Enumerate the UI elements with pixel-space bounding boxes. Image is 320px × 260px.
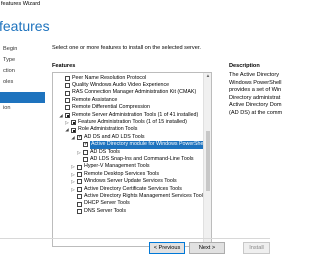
- description-heading: Description: [229, 63, 260, 69]
- description-line: provides a set of Win: [229, 87, 282, 94]
- feature-checkbox[interactable]: [77, 201, 82, 207]
- feature-label: Remote Differential Compression: [72, 104, 150, 111]
- feature-row[interactable]: ◢ AD DS and AD LDS Tools: [53, 133, 204, 142]
- feature-row[interactable]: ▷ AD DS Tools: [53, 149, 204, 156]
- feature-label: Remote Assistance: [72, 96, 118, 103]
- feature-row[interactable]: RAS Connection Manager Administration Ki…: [53, 89, 204, 96]
- feature-checkbox[interactable]: [77, 171, 82, 177]
- nav-item-installation-type[interactable]: Type: [0, 55, 45, 66]
- previous-button[interactable]: < Previous: [149, 242, 185, 254]
- feature-checkbox[interactable]: [71, 127, 76, 133]
- feature-row[interactable]: ▷ Remote Desktop Services Tools: [53, 171, 204, 178]
- install-button[interactable]: Install: [243, 242, 270, 254]
- feature-label: AD DS and AD LDS Tools: [84, 133, 145, 140]
- feature-checkbox[interactable]: [65, 90, 70, 96]
- collapsed-chevron-icon[interactable]: ▷: [70, 171, 76, 178]
- feature-checkbox[interactable]: [77, 194, 82, 200]
- feature-label: AD LDS Snap-Ins and Command-Line Tools: [90, 155, 194, 162]
- feature-row[interactable]: ◢ Remote Server Administration Tools (1 o…: [53, 112, 204, 119]
- feature-checkbox[interactable]: [77, 179, 82, 185]
- feature-label: Hyper-V Management Tools: [84, 163, 150, 170]
- features-tree-list: Peer Name Resolution Protocol Quality Win…: [53, 73, 204, 246]
- description-line: (AD DS) at the comm: [229, 109, 283, 116]
- nav-item-server-selection[interactable]: ction: [0, 66, 45, 77]
- feature-checkbox[interactable]: [77, 134, 82, 141]
- footer-divider: [0, 238, 270, 239]
- intro-text: Select one or more features to install o…: [52, 45, 201, 51]
- feature-label: Windows Server Update Services Tools: [84, 178, 177, 185]
- collapsed-chevron-icon[interactable]: ▷: [70, 163, 76, 170]
- next-button[interactable]: Next >: [189, 242, 225, 254]
- collapsed-chevron-icon[interactable]: ▷: [64, 119, 70, 126]
- title-bar: features Wizard: [0, 0, 270, 9]
- feature-label: RAS Connection Manager Administration Ki…: [72, 89, 197, 96]
- feature-row[interactable]: Remote Assistance: [53, 97, 204, 104]
- tree-scrollbar[interactable]: ▲: [203, 73, 211, 246]
- feature-checkbox[interactable]: [83, 157, 88, 163]
- feature-checkbox[interactable]: [65, 112, 70, 118]
- feature-row[interactable]: Active Directory Rights Management Servi…: [53, 193, 204, 200]
- description-line: Windows PowerShell: [229, 79, 282, 86]
- feature-label: AD DS Tools: [90, 148, 120, 155]
- description-line: The Active Directory: [229, 72, 280, 78]
- feature-label: Remote Desktop Services Tools: [84, 170, 159, 177]
- feature-row[interactable]: AD LDS Snap-Ins and Command-Line Tools: [53, 156, 204, 163]
- feature-checkbox[interactable]: [83, 149, 88, 155]
- feature-label: Active Directory module for Windows Powe…: [90, 141, 204, 149]
- feature-checkbox[interactable]: [65, 83, 70, 89]
- feature-checkbox[interactable]: [65, 97, 70, 103]
- feature-row[interactable]: Active Directory module for Windows Powe…: [53, 141, 204, 149]
- feature-checkbox[interactable]: [71, 120, 76, 126]
- feature-label: Active Directory Certificate Services To…: [84, 185, 182, 192]
- nav-item-before-you-begin[interactable]: Begin: [0, 44, 45, 55]
- feature-checkbox[interactable]: [77, 186, 82, 192]
- feature-label: Active Directory Rights Management Servi…: [84, 192, 204, 199]
- feature-row[interactable]: Remote Differential Compression: [53, 104, 204, 111]
- description-line: Active Directory Dom: [229, 102, 282, 109]
- features-heading: Features: [52, 63, 76, 69]
- feature-row[interactable]: ▷ Active Directory Certificate Services T…: [53, 186, 204, 193]
- feature-row[interactable]: ◢ Role Administration Tools: [53, 126, 204, 133]
- nav-item-results[interactable]: [0, 114, 45, 125]
- feature-row[interactable]: ▷ Feature Administration Tools (1 of 15 i…: [53, 119, 204, 126]
- nav-item-confirmation[interactable]: ion: [0, 103, 45, 114]
- scroll-up-icon[interactable]: ▲: [204, 73, 211, 80]
- wizard-nav: Begin Type ction oles ion: [0, 37, 45, 260]
- feature-label: Role Administration Tools: [78, 126, 138, 133]
- expanded-chevron-icon[interactable]: ◢: [70, 134, 76, 141]
- window-title: features Wizard: [1, 1, 41, 7]
- page-title: features: [0, 18, 50, 34]
- collapsed-chevron-icon[interactable]: ▷: [70, 186, 76, 193]
- feature-label: DNS Server Tools: [84, 207, 126, 214]
- feature-label: Remote Server Administration Tools (1 of…: [72, 111, 199, 118]
- feature-row[interactable]: ▷ Hyper-V Management Tools: [53, 163, 204, 170]
- feature-row[interactable]: ▷ Windows Server Update Services Tools: [53, 178, 204, 185]
- feature-row[interactable]: DNS Server Tools: [53, 208, 204, 215]
- collapsed-chevron-icon[interactable]: ▷: [76, 149, 82, 156]
- feature-row[interactable]: DHCP Server Tools: [53, 200, 204, 207]
- feature-checkbox[interactable]: [77, 208, 82, 214]
- feature-row[interactable]: Peer Name Resolution Protocol: [53, 75, 204, 82]
- expanded-chevron-icon[interactable]: ◢: [64, 126, 70, 133]
- description-line: Directory administrat: [229, 94, 281, 101]
- feature-label: DHCP Server Tools: [84, 200, 130, 207]
- feature-label: Peer Name Resolution Protocol: [72, 74, 147, 81]
- feature-label: Quality Windows Audio Video Experience: [72, 81, 170, 88]
- collapsed-chevron-icon[interactable]: ▷: [70, 178, 76, 185]
- feature-label: Feature Administration Tools (1 of 15 in…: [78, 118, 187, 125]
- feature-checkbox[interactable]: [65, 75, 70, 81]
- feature-checkbox[interactable]: [77, 164, 82, 170]
- feature-checkbox[interactable]: [65, 105, 70, 111]
- feature-checkbox[interactable]: [83, 141, 88, 149]
- nav-item-features[interactable]: [0, 92, 45, 103]
- scrollbar-thumb[interactable]: [205, 131, 210, 191]
- wizard-header: features: [0, 9, 270, 37]
- description-text: The Active Directory Windows PowerShell pr…: [229, 72, 283, 118]
- features-tree[interactable]: Peer Name Resolution Protocol Quality Win…: [52, 72, 212, 247]
- nav-item-server-roles[interactable]: oles: [0, 77, 45, 88]
- feature-row[interactable]: Quality Windows Audio Video Experience: [53, 82, 204, 89]
- expanded-chevron-icon[interactable]: ◢: [58, 112, 64, 119]
